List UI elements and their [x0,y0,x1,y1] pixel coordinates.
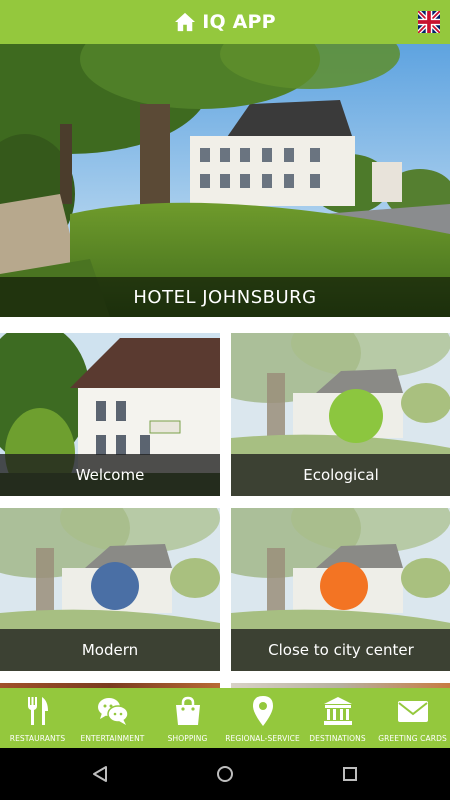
tile-label: Ecological [231,454,450,496]
tile-welcome[interactable]: Welcome [0,333,220,496]
landmark-icon [323,697,352,725]
tile-modern[interactable]: Modern [0,508,220,671]
status-dot [329,389,383,443]
chat-bubbles-icon [97,698,129,725]
nav-item-regional-service[interactable]: REGIONAL-SERVICE [225,688,300,748]
nav-item-restaurants[interactable]: RESTAURANTS [0,688,75,748]
hero-banner[interactable]: HOTEL JOHNSBURG [0,44,450,317]
envelope-icon [397,701,428,722]
nav-item-entertainment[interactable]: ENTERTAINMENT [75,688,150,748]
map-pin-icon [252,696,273,726]
nav-item-shopping[interactable]: SHOPPING [150,688,225,748]
tile-ecological[interactable]: Ecological [231,333,450,496]
app-header: IQ APP [0,0,450,44]
app-title: IQ APP [202,11,276,33]
uk-flag-icon [418,11,440,33]
app-screen: IQ APP HOTEL JOHNSBURG Welcome Ecologica… [0,0,450,800]
tile-close-to-city-center[interactable]: Close to city center [231,508,450,671]
nav-label: GREETING CARDS [378,734,447,743]
system-nav-bar [0,748,450,800]
status-dot [320,562,368,610]
shopping-bag-icon [175,696,200,725]
recent-apps-icon[interactable] [340,764,360,784]
status-dot [91,562,139,610]
nav-label: ENTERTAINMENT [80,734,145,743]
home-icon [175,12,196,32]
language-button[interactable] [418,11,440,33]
feature-grid: Welcome Ecological Modern Close to city … [0,333,450,693]
tile-label: Modern [0,629,220,671]
tile-label: Close to city center [231,629,450,671]
nav-item-destinations[interactable]: DESTINATIONS [300,688,375,748]
back-icon[interactable] [90,764,110,784]
tile-label: Welcome [0,454,220,496]
fork-knife-icon [27,697,48,725]
nav-label: SHOPPING [167,734,208,743]
nav-label: RESTAURANTS [9,734,66,743]
nav-item-greeting-cards[interactable]: GREETING CARDS [375,688,450,748]
bottom-nav: RESTAURANTS ENTERTAINMENT SHOPPING REGIO… [0,688,450,748]
app-title-group[interactable]: IQ APP [0,0,450,44]
hero-title: HOTEL JOHNSBURG [0,277,450,317]
nav-label: REGIONAL-SERVICE [225,734,300,743]
home-circle-icon[interactable] [215,764,235,784]
nav-label: DESTINATIONS [309,734,366,743]
